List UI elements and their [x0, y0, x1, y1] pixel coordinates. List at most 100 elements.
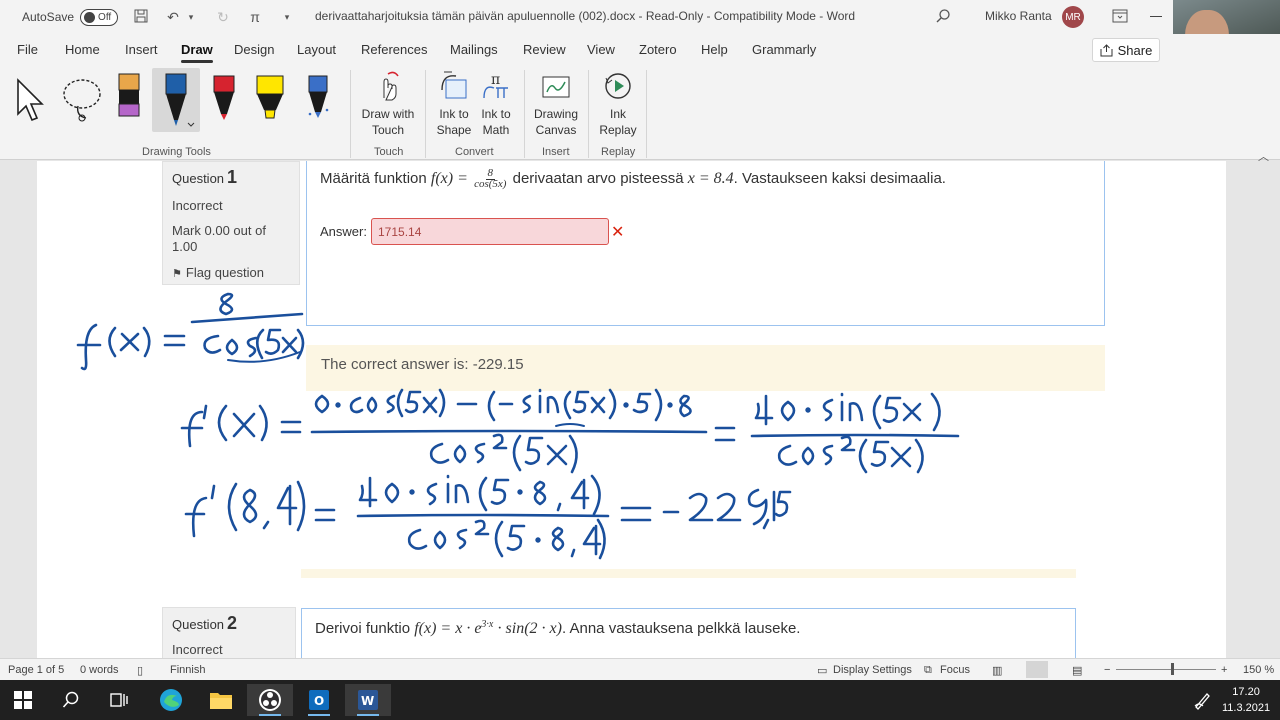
fraction: 8 cos(5x)	[474, 167, 507, 190]
taskbar-search-icon[interactable]	[48, 684, 94, 716]
question1-status: Incorrect	[172, 198, 223, 213]
ink-to-math-icon: π	[480, 70, 512, 102]
drawing-canvas-line1: Drawing	[533, 107, 578, 121]
ribbon: Drawing Tools Draw with Touch Touch Ink …	[0, 64, 1280, 160]
system-clock[interactable]: 17.20 11.3.2021	[1222, 684, 1270, 716]
tab-design[interactable]: Design	[234, 42, 274, 57]
pi-icon[interactable]: π	[246, 9, 264, 25]
pen-red-tool[interactable]	[206, 70, 242, 126]
ink-to-shape-button[interactable]: Ink to Shape	[434, 70, 474, 138]
display-settings-icon[interactable]: ▭	[817, 664, 827, 677]
autosave-toggle[interactable]: Off	[80, 8, 119, 26]
save-icon[interactable]	[132, 9, 150, 26]
tab-zotero[interactable]: Zotero	[639, 42, 677, 57]
correct-answer-feedback: The correct answer is: -229.15	[306, 345, 1105, 391]
ribbon-separator	[588, 70, 589, 158]
ribbon-display-options-icon[interactable]	[1112, 9, 1128, 23]
tab-file[interactable]: File	[17, 42, 38, 57]
pen-dark-blue-tool[interactable]	[152, 68, 200, 132]
pencil-tool[interactable]	[112, 70, 148, 126]
hand-touch-icon	[372, 70, 404, 102]
svg-text:W: W	[361, 694, 374, 708]
zoom-out-icon[interactable]: −	[1104, 664, 1110, 676]
ink-to-shape-line1: Ink to	[439, 107, 469, 121]
ribbon-separator	[646, 70, 647, 158]
clock-time: 17.20	[1232, 686, 1260, 698]
word-icon[interactable]: W	[345, 684, 391, 716]
group-touch: Touch	[374, 146, 404, 158]
tab-home[interactable]: Home	[65, 42, 100, 57]
focus-mode[interactable]: Focus	[940, 664, 970, 676]
search-icon[interactable]	[935, 8, 951, 24]
document-area: Question 1 Incorrect Mark 0.00 out of 1.00…	[0, 161, 1280, 658]
zoom-in-icon[interactable]: +	[1221, 664, 1227, 676]
task-view-icon[interactable]	[96, 684, 142, 716]
autosave-label: AutoSave	[22, 10, 75, 24]
question1-title: Question 1	[172, 167, 238, 187]
question1-text: Määritä funktion f(x) = 8 cos(5x) derivaa…	[320, 167, 946, 190]
file-explorer-icon[interactable]	[198, 684, 244, 716]
minimize-icon[interactable]	[1150, 16, 1162, 17]
answer-label: Answer:	[320, 224, 367, 239]
proofing-icon[interactable]: ▯	[137, 664, 143, 677]
chevron-down-icon[interactable]: ▾	[182, 12, 200, 23]
ink-replay-button[interactable]: Ink Replay	[596, 70, 640, 138]
ink-to-math-button[interactable]: π Ink to Math	[476, 70, 516, 138]
pen-workspace-icon[interactable]	[1180, 684, 1226, 716]
web-layout-icon[interactable]: ▤	[1072, 664, 1082, 677]
zoom-slider-handle[interactable]	[1171, 663, 1174, 675]
ink-to-math-line1: Ink to	[481, 107, 511, 121]
flag-question-link[interactable]: ⚑ Flag question	[172, 265, 290, 280]
document-page: Question 1 Incorrect Mark 0.00 out of 1.00…	[37, 161, 1226, 658]
tab-grammarly[interactable]: Grammarly	[752, 42, 816, 57]
highlighter-yellow-tool[interactable]	[252, 70, 288, 126]
edge-browser-icon[interactable]	[148, 684, 194, 716]
obs-studio-icon[interactable]	[247, 684, 293, 716]
answer-input[interactable]: 1715.14	[371, 218, 609, 245]
windows-start-icon[interactable]	[0, 684, 46, 716]
ink-to-shape-icon	[438, 70, 470, 102]
outlook-icon[interactable]: O	[296, 684, 342, 716]
ribbon-separator	[425, 70, 426, 158]
drawing-canvas-icon	[540, 70, 572, 102]
user-name[interactable]: Mikko Ranta	[985, 9, 1052, 23]
customize-qat-icon[interactable]: ▾	[278, 12, 296, 23]
share-button[interactable]: Share	[1092, 38, 1160, 62]
tab-mailings[interactable]: Mailings	[450, 42, 498, 57]
tab-draw[interactable]: Draw	[181, 42, 213, 63]
tab-references[interactable]: References	[361, 42, 427, 57]
flag-icon: ⚑	[172, 268, 182, 280]
print-layout-icon[interactable]	[1026, 661, 1048, 678]
display-settings[interactable]: Display Settings	[833, 664, 912, 676]
avatar[interactable]: MR	[1062, 6, 1084, 28]
redo-icon[interactable]: ↻	[214, 9, 232, 26]
select-pointer-tool[interactable]	[14, 70, 50, 126]
question1-content: Määritä funktion f(x) = 8 cos(5x) derivaa…	[306, 161, 1105, 326]
word-count[interactable]: 0 words	[80, 664, 119, 676]
lasso-select-tool[interactable]	[60, 70, 104, 126]
zoom-slider[interactable]	[1116, 669, 1216, 670]
page-count[interactable]: Page 1 of 5	[8, 664, 64, 676]
ink-to-shape-line2: Shape	[436, 123, 472, 137]
share-icon	[1100, 43, 1113, 56]
undo-icon[interactable]: ↶	[164, 9, 182, 26]
question2-content: Derivoi funktio f(x) = x · e3·x · sin(2 …	[301, 608, 1076, 658]
tab-view[interactable]: View	[587, 42, 615, 57]
zoom-level[interactable]: 150 %	[1243, 664, 1274, 676]
tab-layout[interactable]: Layout	[297, 42, 336, 57]
focus-icon[interactable]: ⧉	[924, 664, 932, 677]
windows-taskbar: O W 17.20 11.3.2021	[0, 680, 1280, 720]
question1-info: Question 1 Incorrect Mark 0.00 out of 1.00…	[162, 161, 300, 285]
tab-review[interactable]: Review	[523, 42, 566, 57]
tab-help[interactable]: Help	[701, 42, 728, 57]
read-mode-icon[interactable]: ▥	[992, 664, 1002, 677]
draw-with-touch-button[interactable]: Draw with Touch	[358, 70, 418, 138]
share-label: Share	[1117, 42, 1153, 58]
galaxy-pen-tool[interactable]	[300, 70, 336, 126]
tab-insert[interactable]: Insert	[125, 42, 158, 57]
svg-text:π: π	[491, 72, 500, 88]
draw-with-touch-line2: Touch	[371, 123, 405, 137]
language[interactable]: Finnish	[170, 664, 205, 676]
group-convert: Convert	[455, 146, 494, 158]
drawing-canvas-button[interactable]: Drawing Canvas	[530, 70, 582, 138]
